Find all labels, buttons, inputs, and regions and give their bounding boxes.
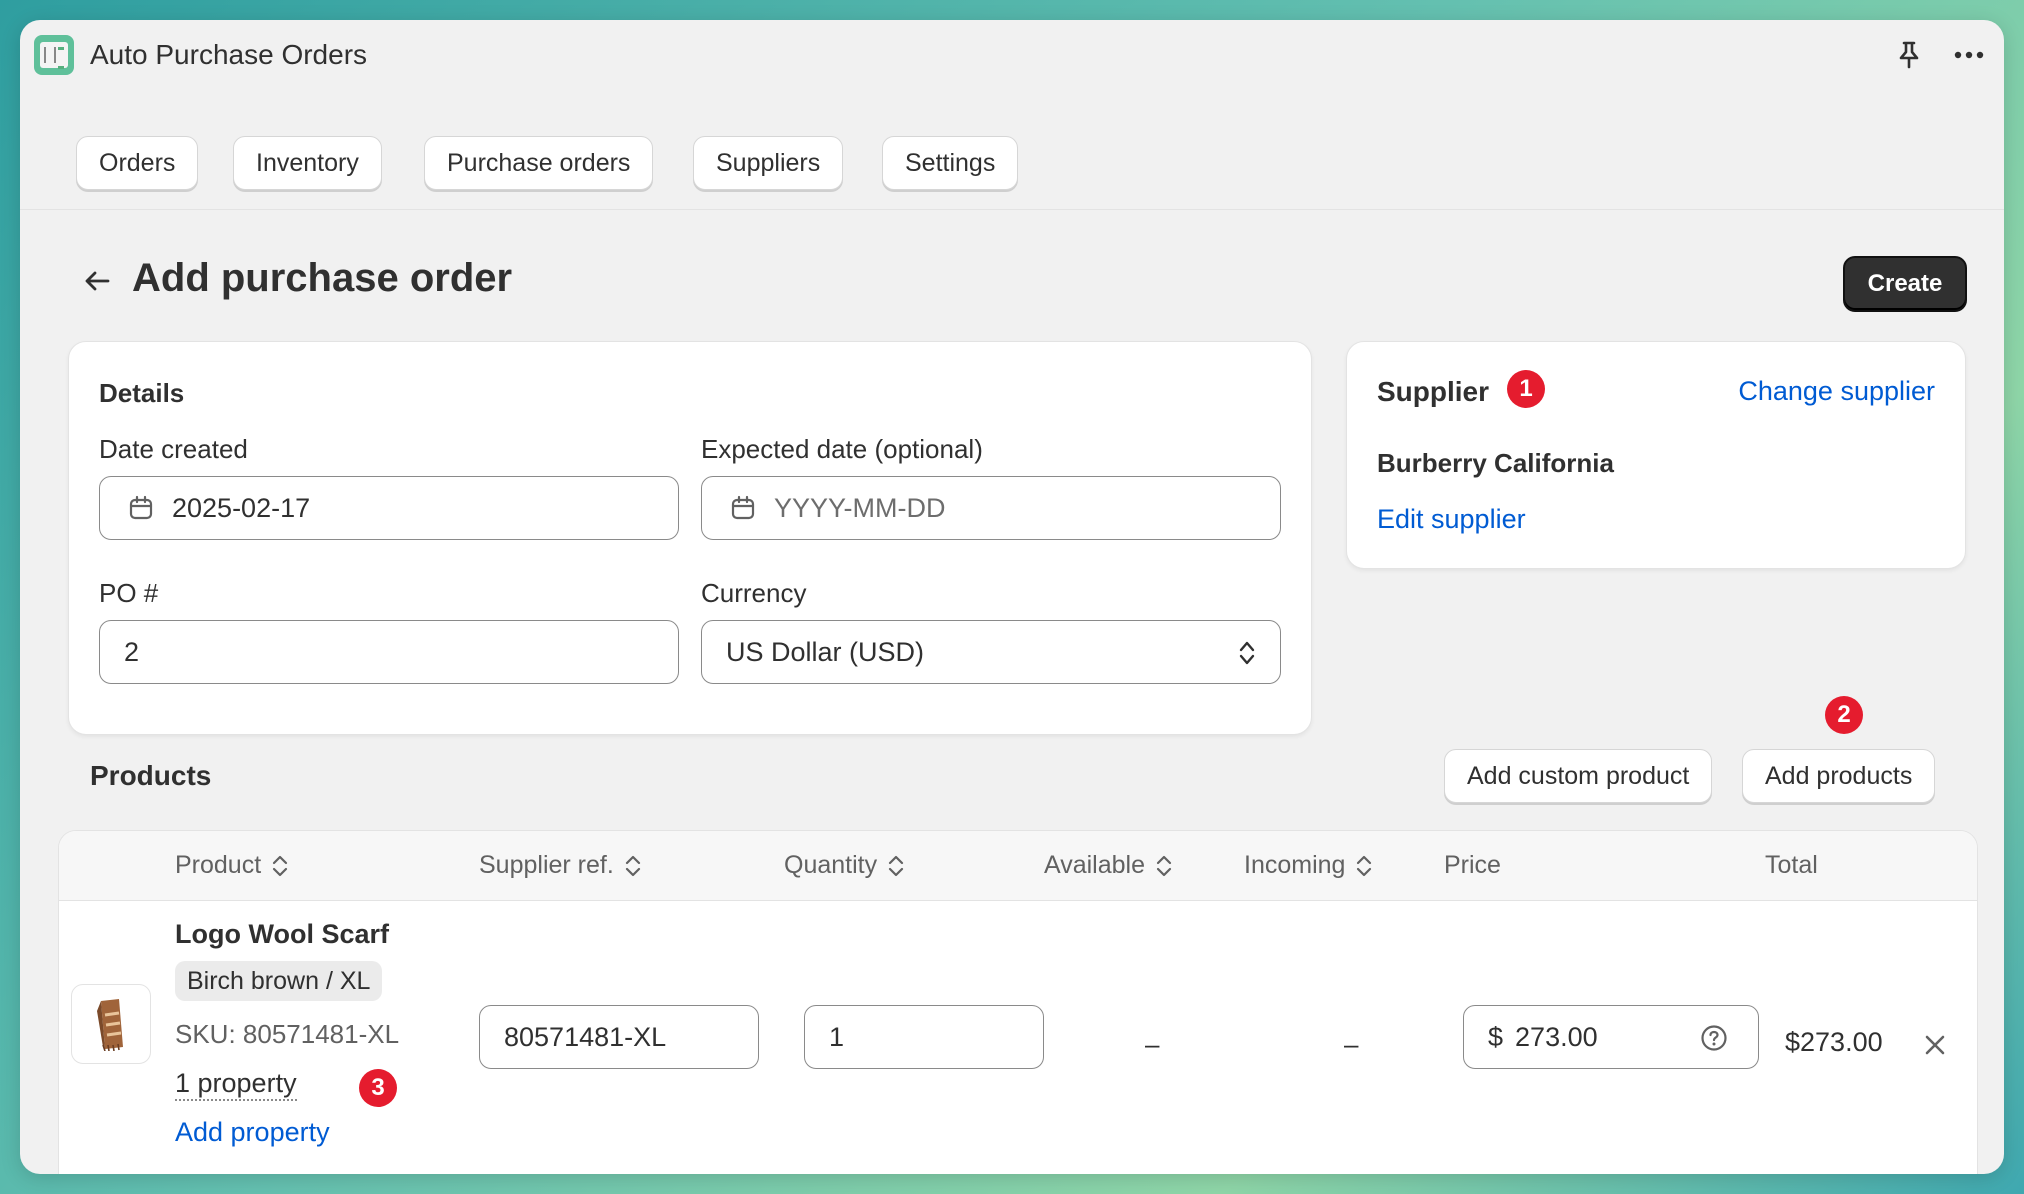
create-button[interactable]: Create (1843, 256, 1967, 312)
supplier-name: Burberry California (1377, 448, 1614, 478)
scarf-image-icon (97, 999, 123, 1051)
column-header-incoming[interactable]: Incoming (1244, 851, 1373, 880)
sort-icon (625, 855, 640, 876)
tab-suppliers[interactable]: Suppliers (693, 136, 844, 190)
expected-date-placeholder: YYYY-MM-DD (774, 492, 946, 523)
add-property-link[interactable]: Add property (175, 1117, 330, 1148)
currency-symbol: $ (1488, 1021, 1504, 1052)
supplier-ref-input[interactable]: 80571481-XL (479, 1005, 759, 1069)
sort-icon (1156, 855, 1172, 876)
expected-date-field[interactable]: YYYY-MM-DD (701, 476, 1281, 540)
currency-value: US Dollar (USD) (726, 636, 925, 667)
sort-icon (273, 855, 288, 876)
tab-orders[interactable]: Orders (76, 136, 199, 190)
page-title: Add purchase order (132, 256, 513, 300)
column-header-total: Total (1765, 851, 1818, 879)
table-header: Product Supplier ref. Quantity Available… (59, 831, 1977, 901)
date-created-value: 2025-02-17 (172, 492, 311, 523)
tab-inventory[interactable]: Inventory (233, 136, 382, 190)
incoming-value: – (1344, 1029, 1359, 1059)
product-sku: SKU: 80571481-XL (175, 1019, 400, 1049)
sort-icon (1357, 855, 1372, 876)
sort-icon (889, 855, 904, 876)
supplier-step-badge: 1 (1507, 370, 1545, 408)
tab-purchase-orders[interactable]: Purchase orders (424, 136, 654, 190)
pin-icon[interactable] (1892, 38, 1926, 72)
expected-date-label: Expected date (optional) (701, 434, 983, 464)
price-value: 273.00 (1515, 1021, 1598, 1052)
price-input[interactable]: $ 273.00 (1463, 1005, 1759, 1069)
column-header-product[interactable]: Product (175, 851, 289, 880)
row-total: $273.00 (1785, 1027, 1883, 1057)
property-count[interactable]: 1 property (175, 1067, 297, 1101)
help-icon[interactable] (1700, 1024, 1728, 1052)
property-step-badge: 3 (359, 1069, 397, 1107)
po-number-field[interactable]: 2 (99, 620, 679, 684)
app-title: Auto Purchase Orders (90, 39, 368, 70)
supplier-title: Supplier (1377, 376, 1490, 407)
products-table: Product Supplier ref. Quantity Available… (58, 830, 1978, 1174)
date-created-label: Date created (99, 434, 248, 464)
product-thumbnail (71, 984, 151, 1064)
app-window: Auto Purchase Orders Orders Inventory Pu… (20, 20, 2004, 1174)
products-title: Products (90, 760, 212, 791)
available-value: – (1145, 1029, 1160, 1059)
currency-label: Currency (701, 578, 807, 608)
product-name: Logo Wool Scarf (175, 919, 389, 949)
title-bar: Auto Purchase Orders (20, 20, 2004, 90)
calendar-icon (731, 495, 755, 520)
quantity-input[interactable]: 1 (804, 1005, 1044, 1069)
calendar-icon (129, 495, 153, 520)
edit-supplier-link[interactable]: Edit supplier (1377, 504, 1526, 535)
column-header-available[interactable]: Available (1044, 851, 1173, 880)
change-supplier-link[interactable]: Change supplier (1738, 376, 1935, 407)
close-icon[interactable] (1921, 1031, 1949, 1059)
column-header-quantity[interactable]: Quantity (784, 851, 905, 880)
column-header-supplier-ref[interactable]: Supplier ref. (479, 851, 642, 880)
nav-bar: Orders Inventory Purchase orders Supplie… (20, 110, 2004, 210)
back-arrow-icon[interactable] (80, 264, 114, 298)
add-custom-product-button[interactable]: Add custom product (1444, 749, 1713, 803)
currency-select[interactable]: US Dollar (USD) (701, 620, 1281, 684)
page-header: Add purchase order Create (20, 250, 2004, 320)
supplier-card: Supplier 1 Change supplier Burberry Cali… (1346, 341, 1966, 569)
add-products-step-badge: 2 (1825, 696, 1863, 734)
tab-settings[interactable]: Settings (882, 136, 1019, 190)
select-chevrons-icon (1239, 641, 1255, 665)
variant-badge: Birch brown / XL (175, 961, 383, 1001)
add-products-button[interactable]: Add products (1742, 749, 1936, 803)
details-title: Details (99, 378, 185, 408)
po-number-value: 2 (124, 636, 140, 667)
details-card: Details Date created 2025-02-17 Expected… (68, 341, 1312, 735)
column-header-price: Price (1444, 851, 1501, 879)
po-number-label: PO # (99, 578, 159, 608)
more-horizontal-icon[interactable] (1952, 38, 1986, 72)
date-created-field[interactable]: 2025-02-17 (99, 476, 679, 540)
app-logo-icon (34, 35, 74, 75)
